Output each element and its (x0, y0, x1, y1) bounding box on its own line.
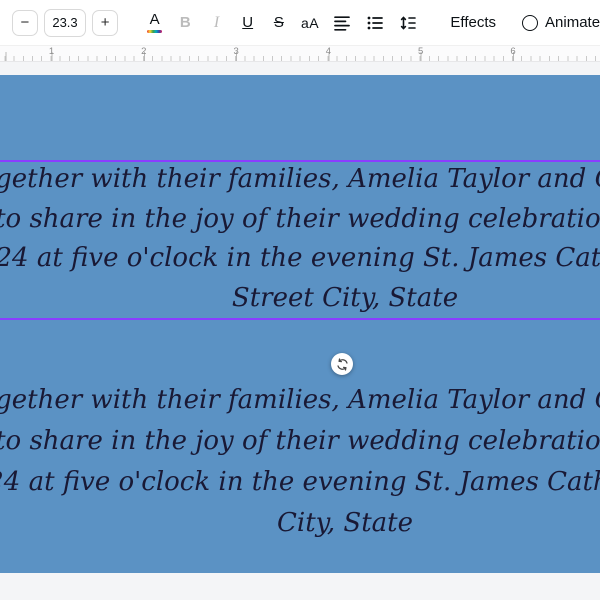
ruler-label: 6 (510, 46, 516, 57)
strikethrough-button[interactable]: S (266, 9, 292, 37)
underline-button[interactable]: U (235, 9, 261, 37)
ruler-label: 1 (48, 46, 55, 57)
italic-button[interactable]: I (203, 9, 229, 37)
animate-icon (522, 14, 539, 31)
wedding-invitation-text-2[interactable]: Together with their families, Amelia Tay… (0, 380, 600, 544)
alignment-icon (333, 15, 350, 31)
invitation-text-line: City, State (276, 508, 414, 538)
selection-border-top[interactable] (0, 160, 600, 162)
text-color-button[interactable]: A (142, 8, 167, 38)
horizontal-ruler: 1 2 3 4 5 6 (0, 45, 600, 62)
invitation-text-line: you to share in the joy of their wedding… (0, 426, 600, 456)
ruler-label: 4 (325, 46, 332, 57)
workspace: Together with their families, Amelia Tay… (0, 62, 600, 600)
ruler-label: 2 (141, 46, 147, 57)
rotate-handle[interactable] (331, 353, 353, 375)
wedding-invitation-text-1[interactable]: Together with their families, Amelia Tay… (0, 160, 600, 318)
bulleted-list-button[interactable] (360, 9, 389, 37)
invitation-text-line: 2024 at five o'clock in the evening St. … (0, 467, 600, 497)
rotate-icon (336, 357, 348, 371)
invitation-text-line: 2024 at five o'clock in the evening St. … (0, 243, 600, 273)
invitation-text-line: Together with their families, Amelia Tay… (0, 164, 600, 194)
animate-label: Animate (545, 14, 600, 31)
bulleted-list-icon (367, 16, 383, 29)
invitation-text-line: Together with their families, Amelia Tay… (0, 385, 600, 415)
design-editor: − 23.3 + A B I U S aA Effects Animate 1 … (0, 0, 600, 600)
bold-button[interactable]: B (172, 9, 198, 37)
selection-border-bottom[interactable] (0, 318, 600, 320)
font-size-increase-button[interactable]: + (92, 9, 118, 36)
line-spacing-button[interactable] (393, 9, 422, 37)
text-color-icon: A (149, 11, 160, 28)
text-case-button[interactable]: aA (297, 9, 323, 37)
ruler-label: 3 (233, 46, 239, 57)
ruler-label: 5 (418, 46, 424, 57)
font-size-input[interactable]: 23.3 (43, 8, 87, 37)
invitation-text-line: you to share in the joy of their wedding… (0, 203, 600, 234)
rainbow-bar-icon (147, 30, 163, 33)
animate-button[interactable]: Animate (522, 9, 600, 37)
invitation-text-line: Street City, State (231, 282, 459, 313)
effects-button[interactable]: Effects (444, 9, 502, 37)
font-size-decrease-button[interactable]: − (12, 9, 38, 36)
toolbar: − 23.3 + A B I U S aA Effects Animate (0, 0, 600, 45)
line-spacing-icon (400, 15, 416, 30)
alignment-button[interactable] (327, 9, 356, 37)
